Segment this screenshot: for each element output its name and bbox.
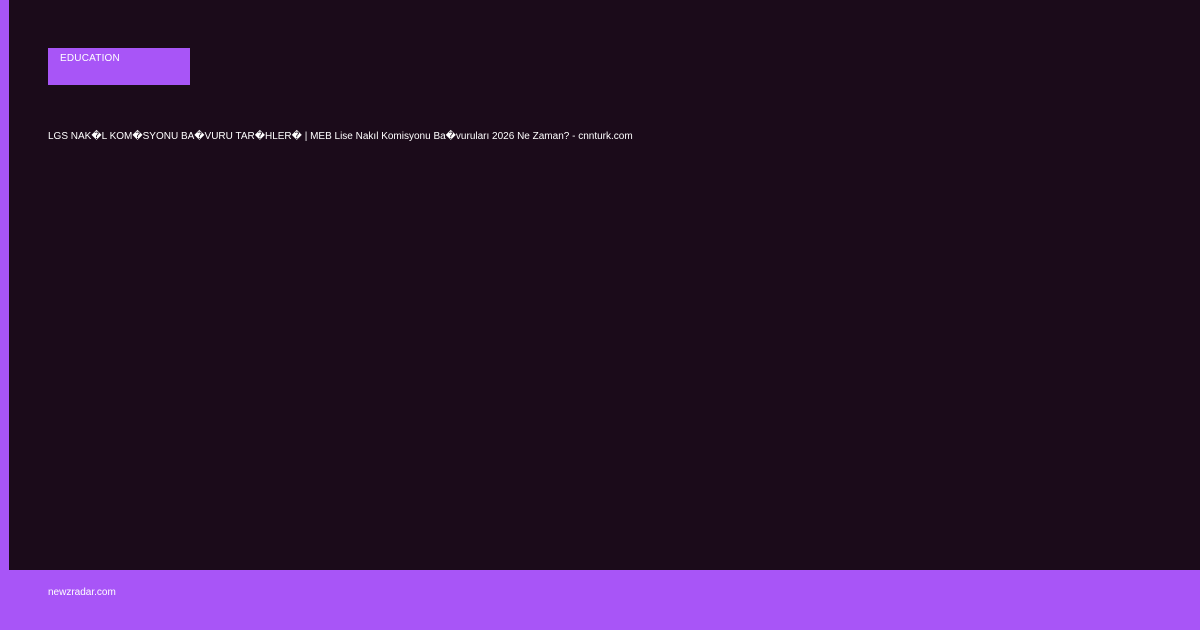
left-accent-bar	[0, 0, 9, 570]
category-badge: EDUCATION	[48, 48, 190, 85]
card-main-area	[9, 0, 1200, 570]
footer-bar: newzradar.com	[0, 570, 1200, 630]
article-title: LGS NAK�L KOM�SYONU BA�VURU TAR�HLER� | …	[48, 131, 633, 142]
category-label: EDUCATION	[60, 53, 120, 64]
footer-domain: newzradar.com	[48, 587, 116, 598]
